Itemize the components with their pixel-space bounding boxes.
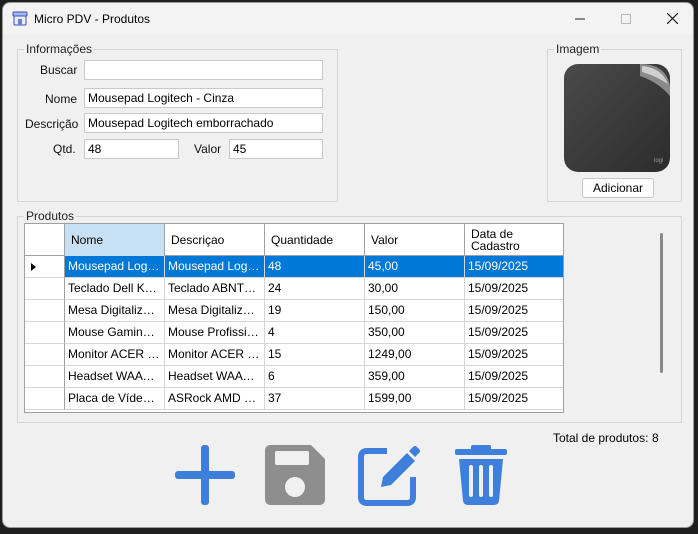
- cell-description[interactable]: Teclado ABNT2 USB: [165, 278, 265, 300]
- maximize-icon: [621, 13, 631, 24]
- current-row-arrow-icon: [31, 263, 36, 271]
- column-header-quantity[interactable]: Quantidade: [265, 224, 365, 256]
- cell-quantity[interactable]: 15: [265, 344, 365, 366]
- cell-date[interactable]: 15/09/2025: [465, 388, 563, 410]
- cell-name[interactable]: Mouse Gaming G203: [65, 322, 165, 344]
- description-label: Descrição: [25, 117, 79, 131]
- row-header[interactable]: [25, 388, 65, 410]
- plus-icon: [175, 445, 235, 505]
- cell-price[interactable]: 350,00: [365, 322, 465, 344]
- column-header-price[interactable]: Valor: [365, 224, 465, 256]
- table-row[interactable]: Headset WAAW 100Headset WAAW Preto6359,0…: [25, 366, 563, 388]
- title-bar[interactable]: Micro PDV - Produtos: [3, 3, 693, 34]
- row-header[interactable]: [25, 344, 65, 366]
- row-header[interactable]: [25, 256, 65, 278]
- image-group: Imagem logi Adicionar: [547, 42, 682, 202]
- cell-description[interactable]: Mousepad Logitech emborrachado: [165, 256, 265, 278]
- cell-price[interactable]: 150,00: [365, 300, 465, 322]
- table-row[interactable]: Mesa Digitalizadora OneMesa Digitalizado…: [25, 300, 563, 322]
- product-image: logi: [564, 64, 670, 172]
- cell-name[interactable]: Monitor ACER Ultra 24: [65, 344, 165, 366]
- cell-description[interactable]: Mouse Profissional RGB: [165, 322, 265, 344]
- row-header[interactable]: [25, 322, 65, 344]
- cell-date[interactable]: 15/09/2025: [465, 256, 563, 278]
- cell-price[interactable]: 30,00: [365, 278, 465, 300]
- price-label: Valor: [194, 142, 222, 156]
- quantity-label: Qtd.: [53, 142, 76, 156]
- cell-date[interactable]: 15/09/2025: [465, 278, 563, 300]
- total-products-label: Total de produtos:: [553, 431, 649, 445]
- cell-quantity[interactable]: 24: [265, 278, 365, 300]
- svg-text:logi: logi: [654, 158, 663, 164]
- column-header-description[interactable]: Descriçao: [165, 224, 265, 256]
- products-group: Produtos Nome Descriçao Quantidade Valor…: [17, 209, 682, 423]
- table-row[interactable]: Mouse Gaming G203Mouse Profissional RGB4…: [25, 322, 563, 344]
- cell-description[interactable]: Monitor ACER Ultra Wide: [165, 344, 265, 366]
- products-table[interactable]: Nome Descriçao Quantidade Valor Data de …: [24, 223, 564, 413]
- add-image-button[interactable]: Adicionar: [582, 178, 654, 198]
- cell-name[interactable]: Mesa Digitalizadora One: [65, 300, 165, 322]
- cell-quantity[interactable]: 37: [265, 388, 365, 410]
- row-header[interactable]: [25, 366, 65, 388]
- cell-date[interactable]: 15/09/2025: [465, 300, 563, 322]
- image-group-legend: Imagem: [554, 42, 602, 56]
- shop-icon: [12, 11, 28, 26]
- search-label: Buscar: [40, 63, 78, 77]
- table-row[interactable]: Monitor ACER Ultra 24Monitor ACER Ultra …: [25, 344, 563, 366]
- edit-product-button[interactable]: [357, 443, 421, 507]
- row-header[interactable]: [25, 278, 65, 300]
- total-products-value: 8: [652, 431, 659, 445]
- cell-name[interactable]: Placa de Vídeo RX 6600: [65, 388, 165, 410]
- close-icon: [666, 13, 678, 24]
- quantity-input[interactable]: [84, 139, 179, 159]
- table-scrollbar[interactable]: [658, 223, 666, 413]
- maximize-button[interactable]: [603, 3, 649, 34]
- cell-name[interactable]: Teclado Dell K520: [65, 278, 165, 300]
- cell-name[interactable]: Mousepad Logitech - Cinza: [65, 256, 165, 278]
- cell-description[interactable]: ASRock AMD Radeon: [165, 388, 265, 410]
- add-product-button[interactable]: [173, 443, 237, 507]
- trash-icon: [455, 445, 507, 505]
- table-row[interactable]: Teclado Dell K520Teclado ABNT2 USB2430,0…: [25, 278, 563, 300]
- row-header[interactable]: [25, 300, 65, 322]
- column-header-name[interactable]: Nome: [65, 224, 165, 256]
- row-header-corner: [25, 224, 65, 256]
- cell-price[interactable]: 359,00: [365, 366, 465, 388]
- cell-quantity[interactable]: 48: [265, 256, 365, 278]
- cell-price[interactable]: 1599,00: [365, 388, 465, 410]
- scrollbar-thumb[interactable]: [660, 233, 663, 373]
- cell-price[interactable]: 1249,00: [365, 344, 465, 366]
- app-window: Micro PDV - Produtos Informações Buscar …: [2, 2, 694, 528]
- minimize-icon: [575, 18, 585, 19]
- name-label: Nome: [45, 92, 78, 106]
- search-input[interactable]: [84, 60, 323, 80]
- floppy-disk-icon: [265, 445, 325, 505]
- close-button[interactable]: [649, 3, 693, 34]
- price-input[interactable]: [229, 139, 323, 159]
- products-group-legend: Produtos: [24, 209, 77, 223]
- cell-quantity[interactable]: 4: [265, 322, 365, 344]
- table-header: Nome Descriçao Quantidade Valor Data de …: [25, 224, 563, 256]
- cell-date[interactable]: 15/09/2025: [465, 344, 563, 366]
- save-product-button[interactable]: [263, 443, 327, 507]
- cell-name[interactable]: Headset WAAW 100: [65, 366, 165, 388]
- column-header-date[interactable]: Data de Cadastro: [465, 224, 563, 256]
- table-row[interactable]: Placa de Vídeo RX 6600ASRock AMD Radeon3…: [25, 388, 563, 410]
- cell-date[interactable]: 15/09/2025: [465, 322, 563, 344]
- cell-description[interactable]: Mesa Digitalizadora pequena: [165, 300, 265, 322]
- minimize-button[interactable]: [557, 3, 603, 34]
- cell-quantity[interactable]: 6: [265, 366, 365, 388]
- info-group: Informações Buscar Nome Descrição Qtd. V…: [17, 42, 338, 202]
- cell-date[interactable]: 15/09/2025: [465, 366, 563, 388]
- cell-price[interactable]: 45,00: [365, 256, 465, 278]
- cell-description[interactable]: Headset WAAW Preto: [165, 366, 265, 388]
- cell-quantity[interactable]: 19: [265, 300, 365, 322]
- table-row[interactable]: Mousepad Logitech - CinzaMousepad Logite…: [25, 256, 563, 278]
- description-input[interactable]: [84, 113, 323, 133]
- window-title: Micro PDV - Produtos: [34, 12, 151, 26]
- name-input[interactable]: [84, 88, 323, 108]
- info-group-legend: Informações: [24, 42, 95, 56]
- delete-product-button[interactable]: [449, 443, 513, 507]
- edit-pencil-icon: [358, 446, 420, 506]
